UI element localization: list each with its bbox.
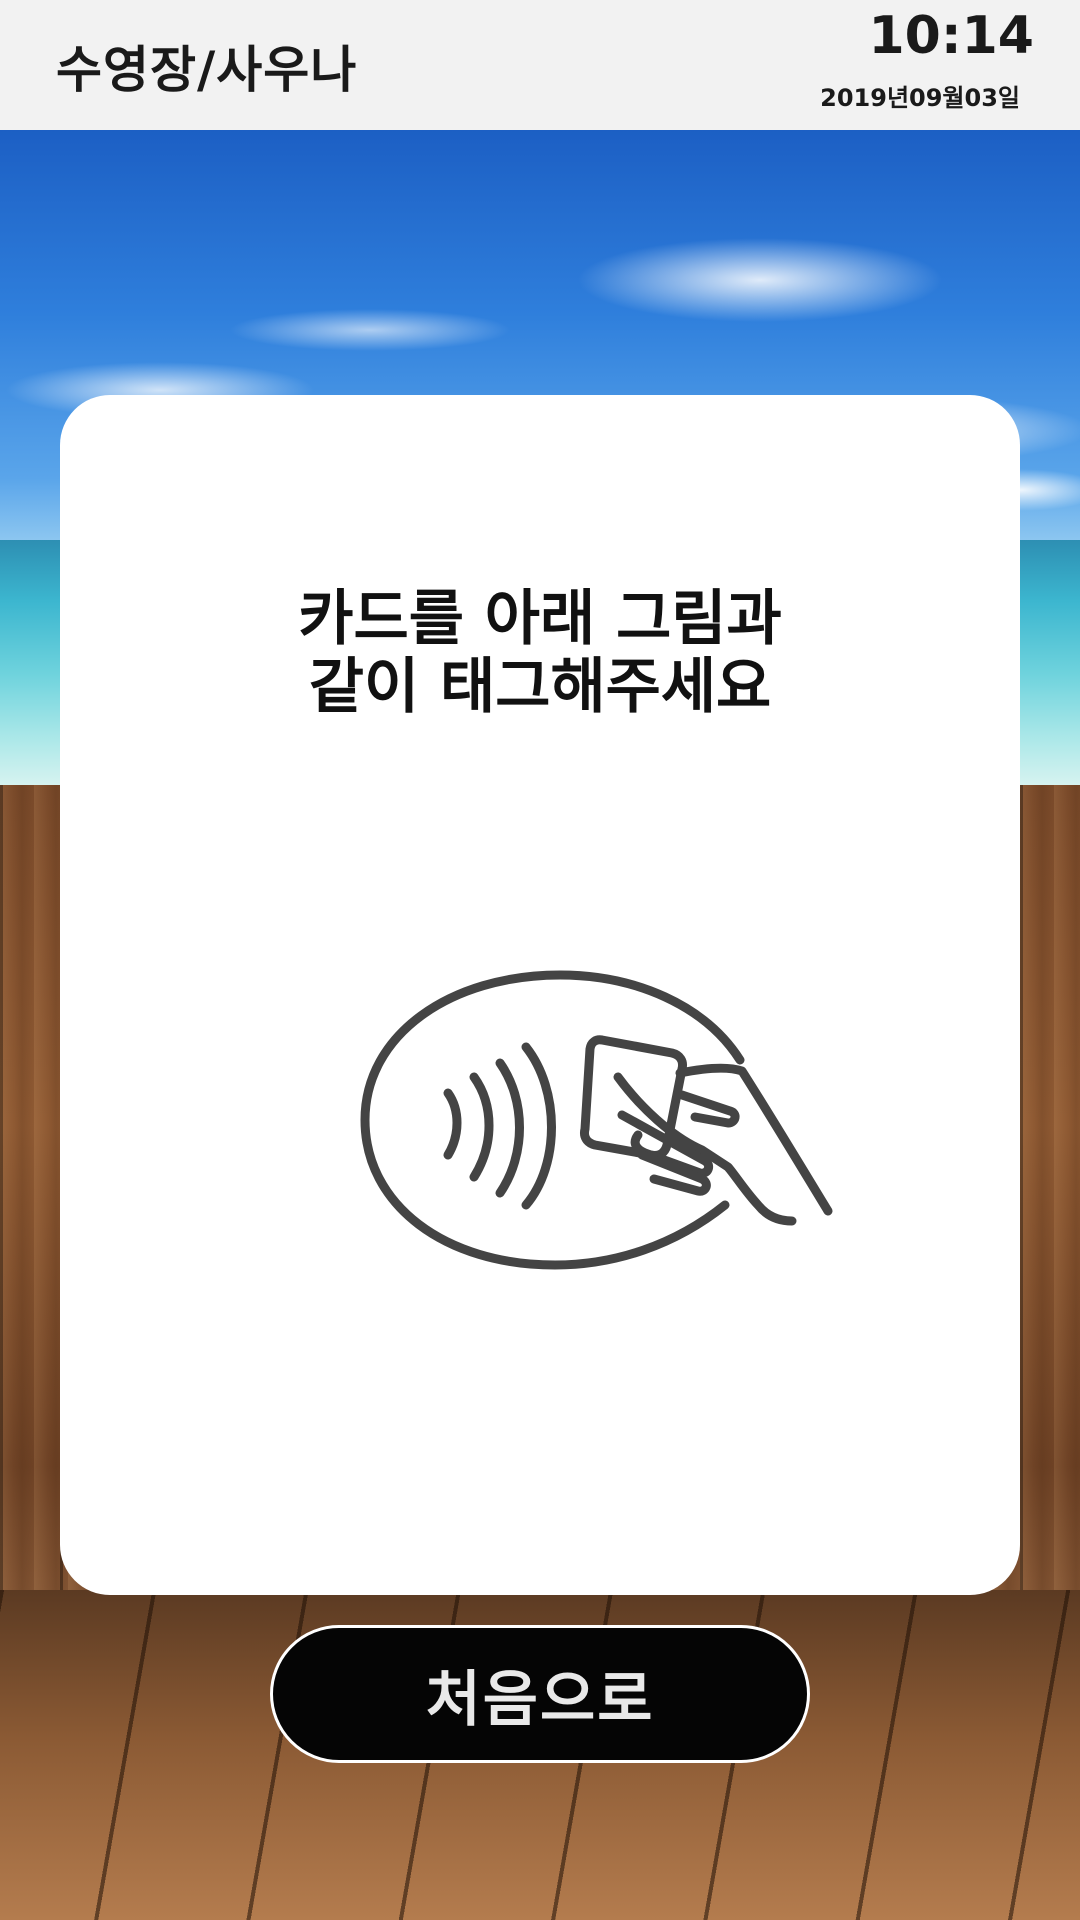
instruction-text: 카드를 아래 그림과 같이 태그해주세요 xyxy=(60,585,1020,721)
instruction-line-2: 같이 태그해주세요 xyxy=(308,652,772,722)
clock-date: 2019년09월03일 xyxy=(820,84,1020,112)
kiosk-screen: 수영장/사우나 10:14 2019년09월03일 카드를 아래 그림과 같이 … xyxy=(0,0,1080,1920)
top-bar: 수영장/사우나 10:14 2019년09월03일 xyxy=(0,0,1080,130)
card-tag-panel: 카드를 아래 그림과 같이 태그해주세요 xyxy=(60,395,1020,1595)
wave-2 xyxy=(469,1072,494,1182)
wave-4 xyxy=(521,1042,556,1210)
page-title: 수영장/사우나 xyxy=(56,41,358,99)
home-button[interactable]: 처음으로 xyxy=(270,1625,810,1763)
thumb xyxy=(677,1090,740,1128)
instruction-line-1: 카드를 아래 그림과 xyxy=(298,584,782,654)
contactless-card-tap-icon xyxy=(360,970,833,1270)
clock-time: 10:14 xyxy=(868,6,1034,66)
home-button-label: 처음으로 xyxy=(425,1664,655,1735)
wave-3 xyxy=(495,1058,524,1198)
wave-1 xyxy=(443,1088,462,1160)
